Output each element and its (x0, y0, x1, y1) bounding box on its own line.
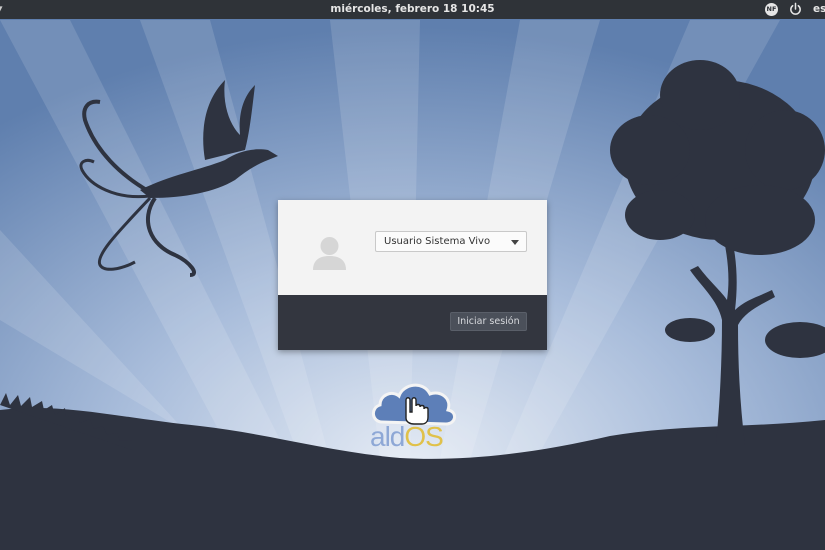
aldos-logo-text: aldOS (370, 421, 444, 452)
login-button[interactable]: Iniciar sesión (450, 312, 527, 331)
logo-text-os: OS (404, 421, 443, 452)
login-dialog-footer: Iniciar sesión (278, 295, 547, 350)
language-indicator[interactable]: es (813, 3, 825, 15)
power-icon[interactable] (788, 1, 803, 17)
login-dialog-header: Usuario Sistema Vivo (278, 200, 547, 295)
dropdown-arrow-icon (511, 240, 519, 245)
keyboard-layout-icon[interactable]: NF (765, 3, 778, 16)
selected-user-label: Usuario Sistema Vivo (384, 236, 491, 247)
login-dialog: Usuario Sistema Vivo Iniciar sesión (278, 200, 547, 350)
top-panel: ▾ miércoles, febrero 18 10:45 NF es (0, 0, 825, 19)
user-select-dropdown[interactable]: Usuario Sistema Vivo (375, 231, 527, 252)
user-avatar-icon (313, 237, 346, 270)
clock-label[interactable]: miércoles, febrero 18 10:45 (0, 3, 825, 15)
logo-text-ald: ald (370, 421, 405, 452)
